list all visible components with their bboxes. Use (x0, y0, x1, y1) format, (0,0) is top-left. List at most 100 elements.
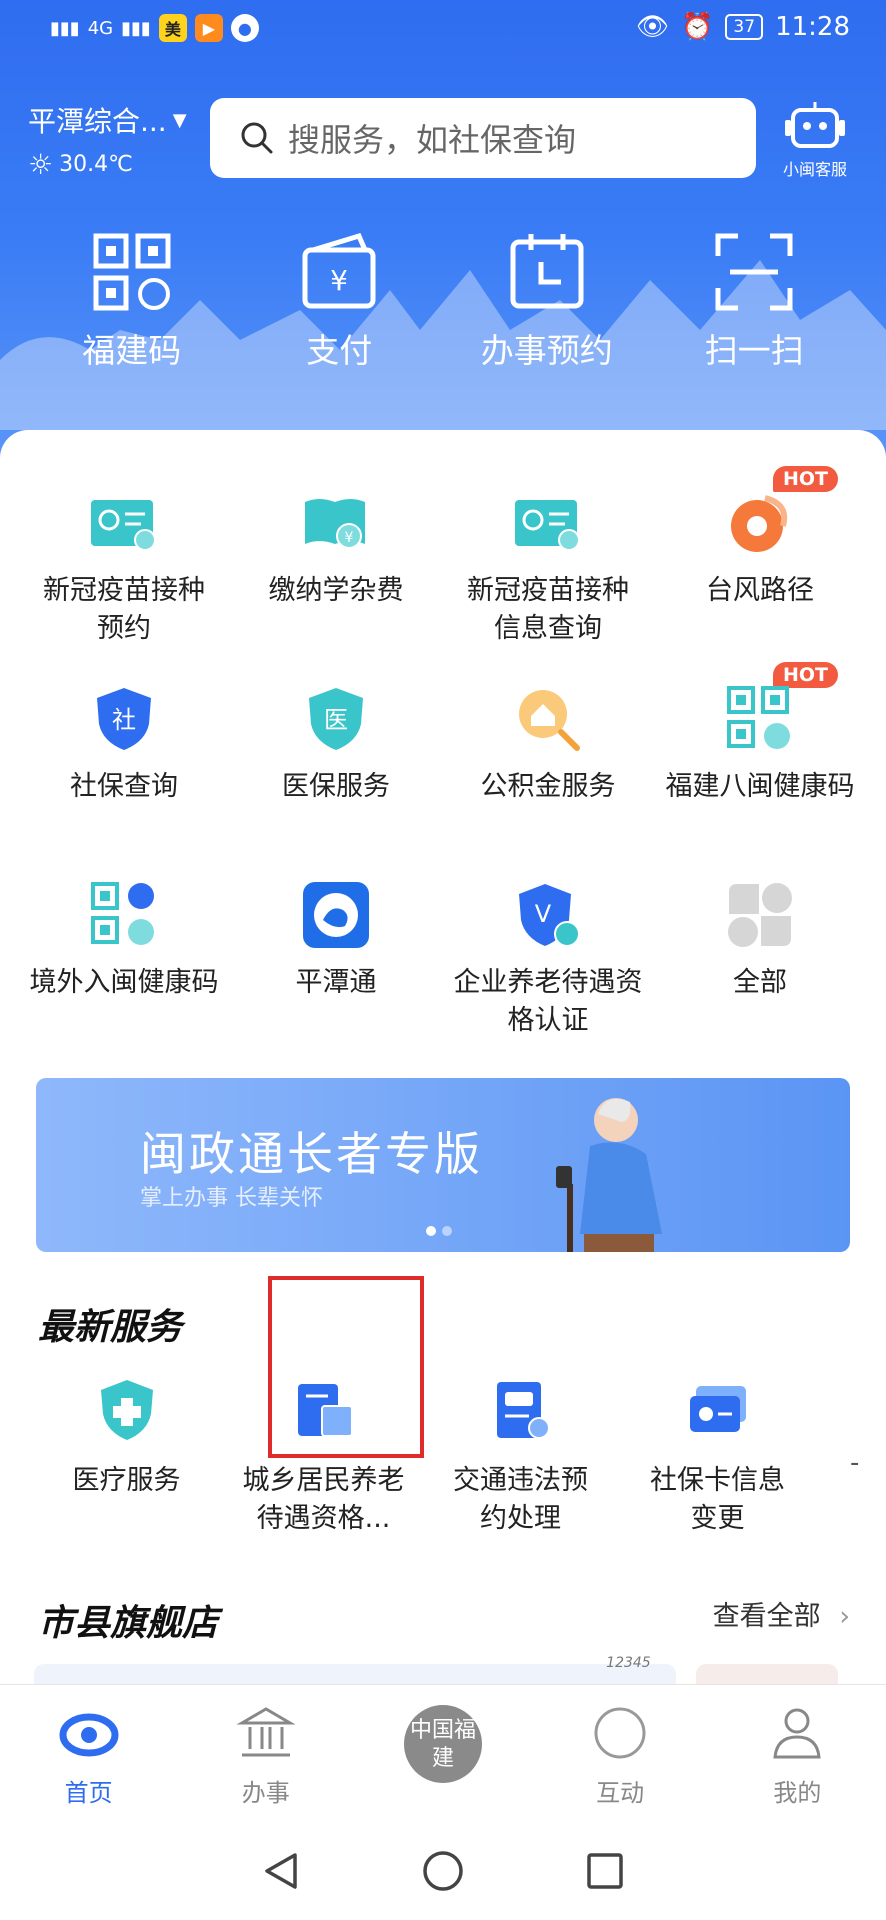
service-label: 医保服务 (282, 771, 390, 802)
quick-label: 办事预约 (480, 331, 613, 370)
quick-pay[interactable]: ¥ 支付 (244, 232, 434, 372)
latest-service-item[interactable]: 社保卡信息变更 (619, 1378, 816, 1538)
location-name: 平潭综合... (28, 105, 167, 138)
service-vaccine-query[interactable]: 新冠疫苗接种信息查询 (442, 470, 654, 644)
service-label: 新冠疫苗接种预约 (43, 575, 205, 644)
service-social-security[interactable]: 社 社保查询 (18, 666, 230, 834)
housing-fund-icon (519, 690, 580, 751)
pension-doc-icon (297, 1384, 353, 1437)
service-overseas-health-code[interactable]: 境外入闽健康码 (18, 862, 230, 1030)
medical-insurance-icon: 医 (309, 688, 363, 750)
more-indicator: - (850, 1448, 860, 1478)
vaccine-appointment-icon (91, 500, 156, 551)
tab-home[interactable]: 首页 (9, 1685, 169, 1822)
svg-text:社: 社 (112, 706, 136, 734)
service-label: 新冠疫苗接种信息查询 (467, 575, 629, 644)
service-label: 福建八闽健康码 (665, 771, 855, 802)
service-tuition[interactable]: ¥ 缴纳学杂费 (230, 470, 442, 638)
quick-appointment[interactable]: 办事预约 (452, 232, 642, 372)
see-all-link[interactable]: 查看全部 › (713, 1594, 850, 1633)
service-pension-verify[interactable]: V 企业养老待遇资格认证 (442, 862, 654, 1036)
service-pingtan[interactable]: 平潭通 (230, 862, 442, 1030)
network-label: 4G (87, 17, 114, 39)
back-nav-icon[interactable] (259, 1849, 303, 1893)
service-label: 台风路径 (706, 575, 814, 606)
service-vaccine-appointment[interactable]: 新冠疫苗接种预约 (18, 470, 230, 644)
qr-health-icon (93, 233, 171, 311)
service-all[interactable]: 全部 (654, 862, 866, 1030)
service-typhoon[interactable]: HOT 台风路径 (654, 466, 866, 638)
china-fujian-seal-icon: 中国福建 (403, 1705, 482, 1783)
hotline-12345-icon (594, 1707, 646, 1759)
service-health-code[interactable]: HOT 福建八闽健康码 (654, 662, 866, 834)
search-input[interactable]: 搜服务，如社保查询 (210, 98, 756, 178)
pingtan-app-icon (303, 882, 369, 948)
svg-text:医: 医 (324, 706, 348, 734)
carousel-dot[interactable] (426, 1226, 436, 1236)
latest-service-item[interactable]: 交通违法预约处理 (422, 1378, 619, 1538)
tab-label: 办事 (241, 1779, 290, 1807)
service-medical-insurance[interactable]: 医 医保服务 (230, 666, 442, 834)
elderly-banner[interactable]: 闽政通长者专版 掌上办事 长辈关怀 (36, 1078, 850, 1252)
wallet-icon: ¥ (302, 232, 376, 309)
assistant-label: 小闽客服 (782, 160, 847, 179)
chat-app-icon: ● (230, 14, 259, 42)
sun-icon: ☼ (28, 148, 54, 181)
header: ▮▮▮ 4G ▮▮▮ 美 ▶ ● 👁 ⏰ 37 11:28 平潭综合... ▼ … (0, 0, 886, 470)
banner-subtitle: 掌上办事 长辈关怀 (140, 1186, 323, 1211)
bottom-tab-bar: 首页 办事 中国福建 12345 互动 我的 (0, 1655, 886, 1822)
quick-label: 扫一扫 (704, 331, 804, 370)
signal-icon-2: ▮▮▮ (121, 17, 151, 39)
tab-services[interactable]: 办事 (186, 1685, 346, 1822)
recents-nav-icon[interactable] (583, 1849, 627, 1893)
svg-text:¥: ¥ (345, 530, 354, 546)
signal-icon: ▮▮▮ (50, 17, 80, 39)
latest-service-label: 交通违法预约处理 (453, 1465, 588, 1534)
tab-china-fujian[interactable]: 中国福建 (363, 1685, 523, 1822)
scan-icon (715, 233, 793, 311)
location-selector[interactable]: 平潭综合... ▼ ☼ 30.4℃ (28, 100, 187, 181)
tab-interact[interactable]: 12345 互动 (540, 1655, 700, 1822)
meituan-app-icon: 美 (158, 14, 187, 42)
hotline-number: 12345 (606, 1655, 651, 1671)
flagship-title: 市县旗舰店 (35, 1590, 218, 1646)
chevron-right-icon: › (839, 1601, 850, 1632)
service-label: 企业养老待遇资格认证 (453, 967, 643, 1036)
latest-service-label: 社保卡信息变更 (650, 1465, 785, 1534)
latest-service-item[interactable]: 医疗服务 (28, 1378, 225, 1538)
tab-label: 首页 (64, 1779, 113, 1807)
latest-services-title: 最新服务 (35, 1294, 182, 1350)
pension-verify-icon: V (519, 884, 580, 947)
social-security-icon: 社 (97, 688, 151, 750)
robot-icon (785, 102, 845, 148)
quick-label: 福建码 (82, 331, 182, 370)
all-apps-icon (728, 883, 792, 947)
overseas-health-code-icon (91, 882, 154, 945)
eye-icon: 👁 (636, 12, 670, 42)
tab-profile[interactable]: 我的 (717, 1685, 877, 1822)
tab-label: 我的 (773, 1779, 822, 1807)
quick-fujian-code[interactable]: 福建码 (37, 232, 227, 372)
assistant-button[interactable]: 小闽客服 (780, 100, 850, 180)
service-housing-fund[interactable]: 公积金服务 (442, 666, 654, 834)
status-bar: ▮▮▮ 4G ▮▮▮ 美 ▶ ● 👁 ⏰ 37 11:28 (0, 0, 886, 62)
quick-label: 支付 (306, 331, 373, 370)
elderly-person-illustration (556, 1098, 662, 1252)
search-placeholder: 搜服务，如社保查询 (288, 121, 577, 159)
carousel-dot[interactable] (442, 1226, 452, 1236)
svg-text:¥: ¥ (330, 264, 348, 297)
temperature: 30.4℃ (59, 152, 133, 177)
government-building-icon (236, 1707, 296, 1757)
service-label: 平潭通 (295, 967, 377, 998)
home-nav-icon[interactable] (421, 1849, 465, 1893)
latest-service-label: 医疗服务 (72, 1465, 181, 1496)
quick-scan[interactable]: 扫一扫 (659, 232, 849, 372)
ss-card-icon (689, 1386, 746, 1432)
carousel-dots (426, 1226, 452, 1236)
service-label: 境外入闽健康码 (29, 967, 219, 998)
system-nav-bar (0, 1822, 886, 1920)
alarm-icon: ⏰ (681, 12, 714, 42)
svg-text:V: V (535, 900, 552, 928)
battery-indicator: 37 (725, 14, 764, 40)
latest-service-item[interactable]: 城乡居民养老待遇资格... (225, 1378, 422, 1538)
